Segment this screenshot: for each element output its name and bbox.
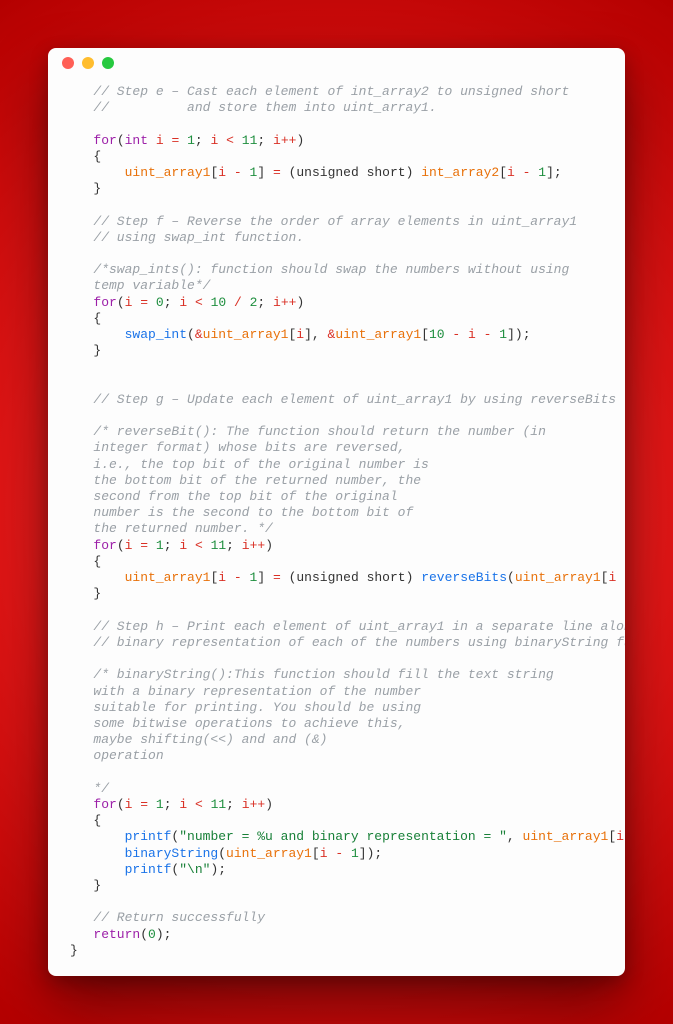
zoom-icon[interactable] bbox=[102, 57, 114, 69]
code-block: // Step e – Cast each element of int_arr… bbox=[48, 78, 625, 976]
comment: // Step e – Cast each element of int_arr… bbox=[93, 84, 569, 99]
kw-for: for bbox=[93, 133, 116, 148]
minimize-icon[interactable] bbox=[82, 57, 94, 69]
comment: // and store them into uint_array1. bbox=[93, 100, 436, 115]
code-window: // Step e – Cast each element of int_arr… bbox=[48, 48, 625, 976]
titlebar bbox=[48, 48, 625, 78]
close-icon[interactable] bbox=[62, 57, 74, 69]
